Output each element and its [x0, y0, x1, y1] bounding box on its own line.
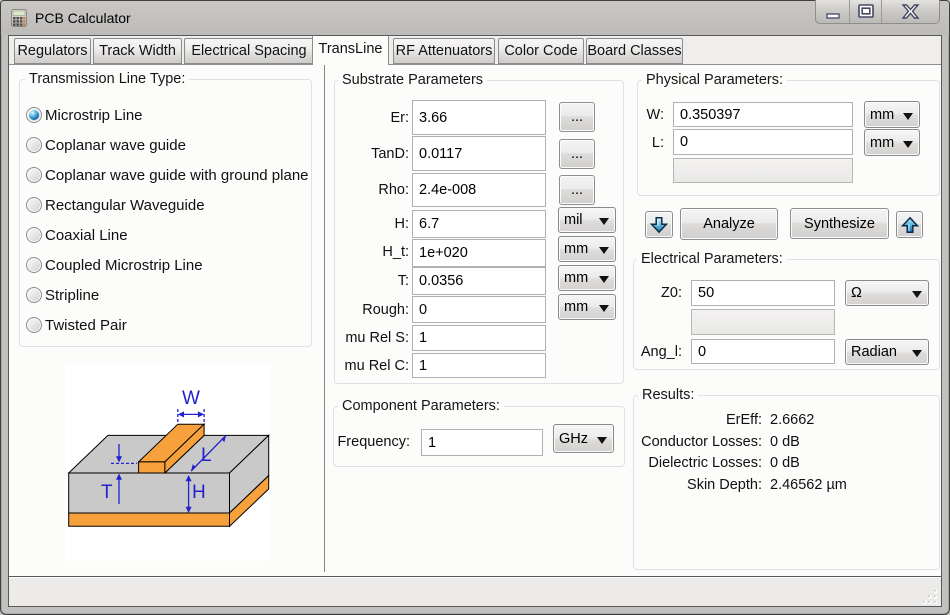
svg-text:H: H [192, 482, 206, 503]
svg-text:W: W [182, 388, 200, 409]
svg-text:T: T [101, 482, 113, 503]
svg-text:L: L [201, 445, 212, 466]
